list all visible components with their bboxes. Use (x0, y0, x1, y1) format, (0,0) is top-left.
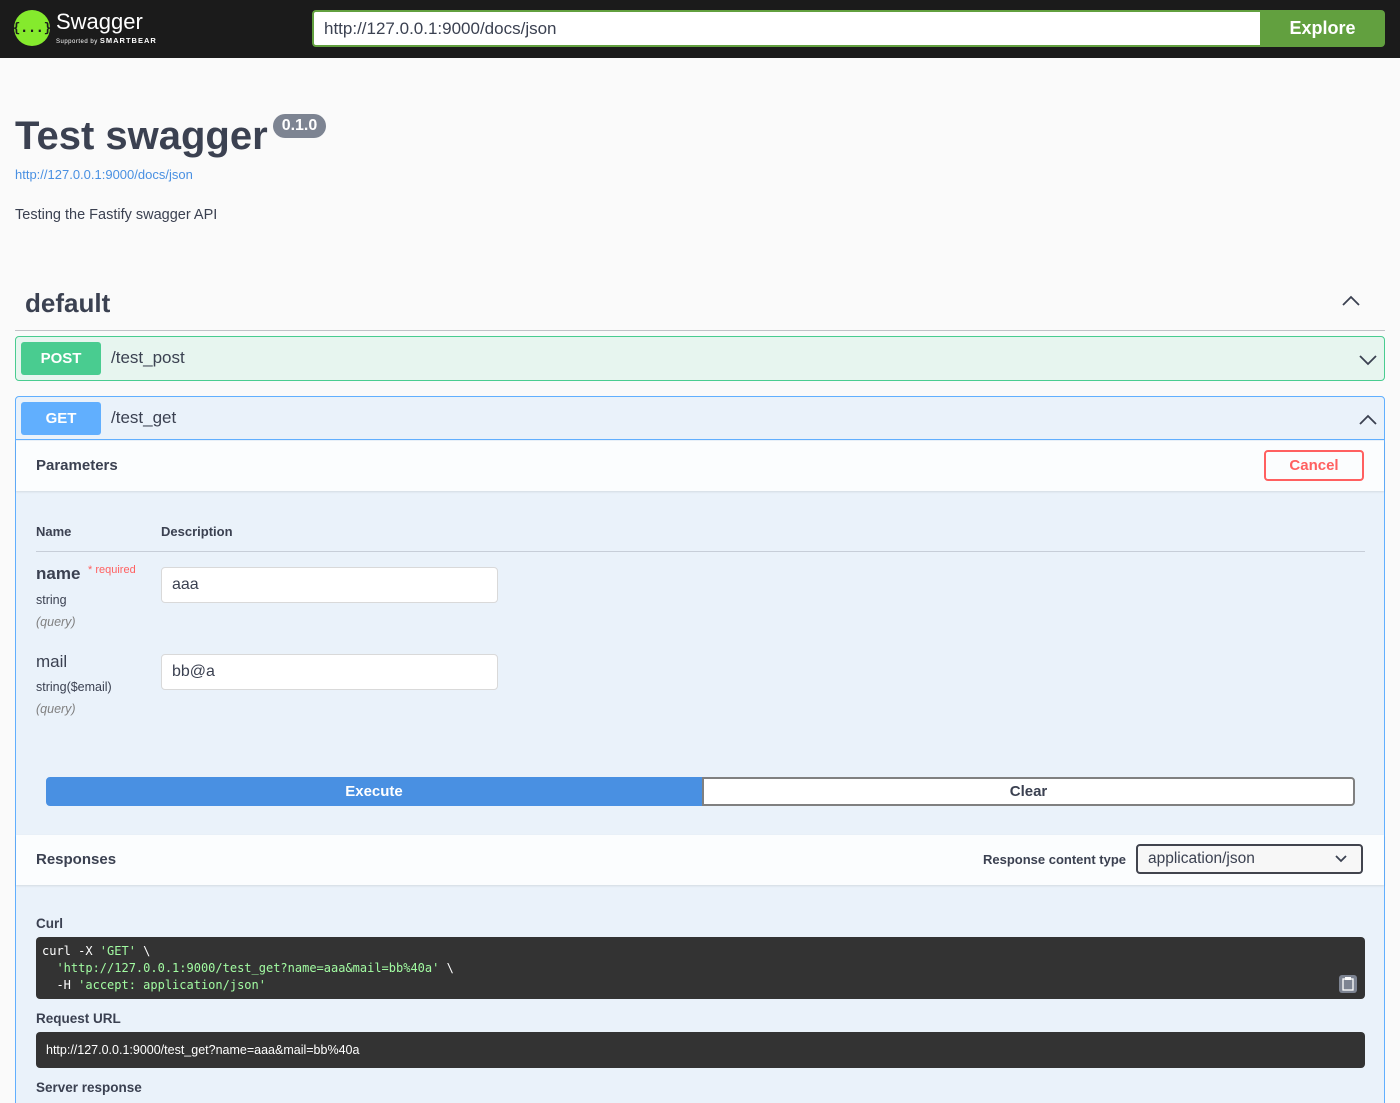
curl-command-block: curl -X 'GET' \ 'http://127.0.0.1:9000/t… (36, 937, 1365, 999)
operation-path: /test_post (111, 348, 185, 367)
api-title-row: Test swagger 0.1.0 (15, 112, 327, 160)
server-response-label: Server response (36, 1080, 142, 1095)
column-header-name: Name (36, 524, 72, 539)
name-input[interactable] (161, 567, 498, 603)
tag-name: default (25, 288, 111, 318)
chevron-up-icon[interactable] (1341, 291, 1361, 311)
chevron-down-icon[interactable] (1358, 350, 1378, 370)
request-url-value: http://127.0.0.1:9000/test_get?name=aaa&… (36, 1032, 1365, 1068)
column-header-description: Description (161, 524, 233, 539)
copy-to-clipboard-icon[interactable] (1339, 975, 1357, 993)
column-divider (36, 551, 1365, 552)
param-type: string (36, 593, 67, 607)
swagger-logo[interactable]: {...} Swagger Supported by SMARTBEAR (12, 9, 157, 46)
version-badge: 0.1.0 (272, 114, 327, 138)
chevron-down-icon (1335, 855, 1347, 863)
api-title: Test swagger (15, 114, 268, 158)
cancel-button[interactable]: Cancel (1264, 450, 1364, 481)
mail-input[interactable] (161, 654, 498, 690)
explore-button[interactable]: Explore (1260, 10, 1385, 47)
api-description: Testing the Fastify swagger API (15, 207, 218, 223)
operation-path: /test_get (111, 408, 177, 427)
param-location: (query) (36, 615, 76, 629)
opblock-post-test-post[interactable]: POST /test_post (15, 336, 1385, 381)
param-location: (query) (36, 702, 76, 716)
responses-title: Responses (36, 851, 117, 868)
spec-url-input[interactable] (312, 10, 1260, 47)
opblock-get-test-get: GET /test_get Parameters Cancel Name Des… (15, 396, 1385, 1103)
tag-section-default[interactable]: default (15, 283, 1385, 331)
response-content-type-select[interactable]: application/json (1136, 844, 1363, 874)
response-content-type-label: Response content type (982, 852, 1126, 867)
topbar: {...} Swagger Supported by SMARTBEAR Exp… (0, 0, 1400, 58)
request-url-label: Request URL (36, 1011, 121, 1026)
parameters-title: Parameters (36, 457, 118, 474)
opblock-summary[interactable]: GET /test_get (16, 397, 1384, 440)
parameters-header: Parameters Cancel (16, 441, 1384, 491)
param-type: string($email) (36, 680, 112, 694)
curl-label: Curl (36, 916, 63, 931)
spec-link[interactable]: http://127.0.0.1:9000/docs/json (15, 167, 193, 182)
execute-button[interactable]: Execute (46, 777, 702, 806)
opblock-summary[interactable]: POST /test_post (16, 337, 1384, 380)
clear-button[interactable]: Clear (702, 777, 1355, 806)
logo-subtitle: Supported by SMARTBEAR (56, 36, 157, 45)
method-badge-get: GET (21, 402, 101, 435)
param-name-label: name (36, 564, 81, 583)
swagger-logo-icon: {...} (12, 10, 52, 46)
logo-title: Swagger (56, 9, 143, 34)
method-badge-post: POST (21, 342, 101, 375)
chevron-up-icon[interactable] (1358, 410, 1378, 430)
required-marker: * required (88, 564, 136, 576)
param-mail-label: mail (36, 652, 68, 671)
responses-header: Responses Response content type applicat… (16, 835, 1384, 885)
